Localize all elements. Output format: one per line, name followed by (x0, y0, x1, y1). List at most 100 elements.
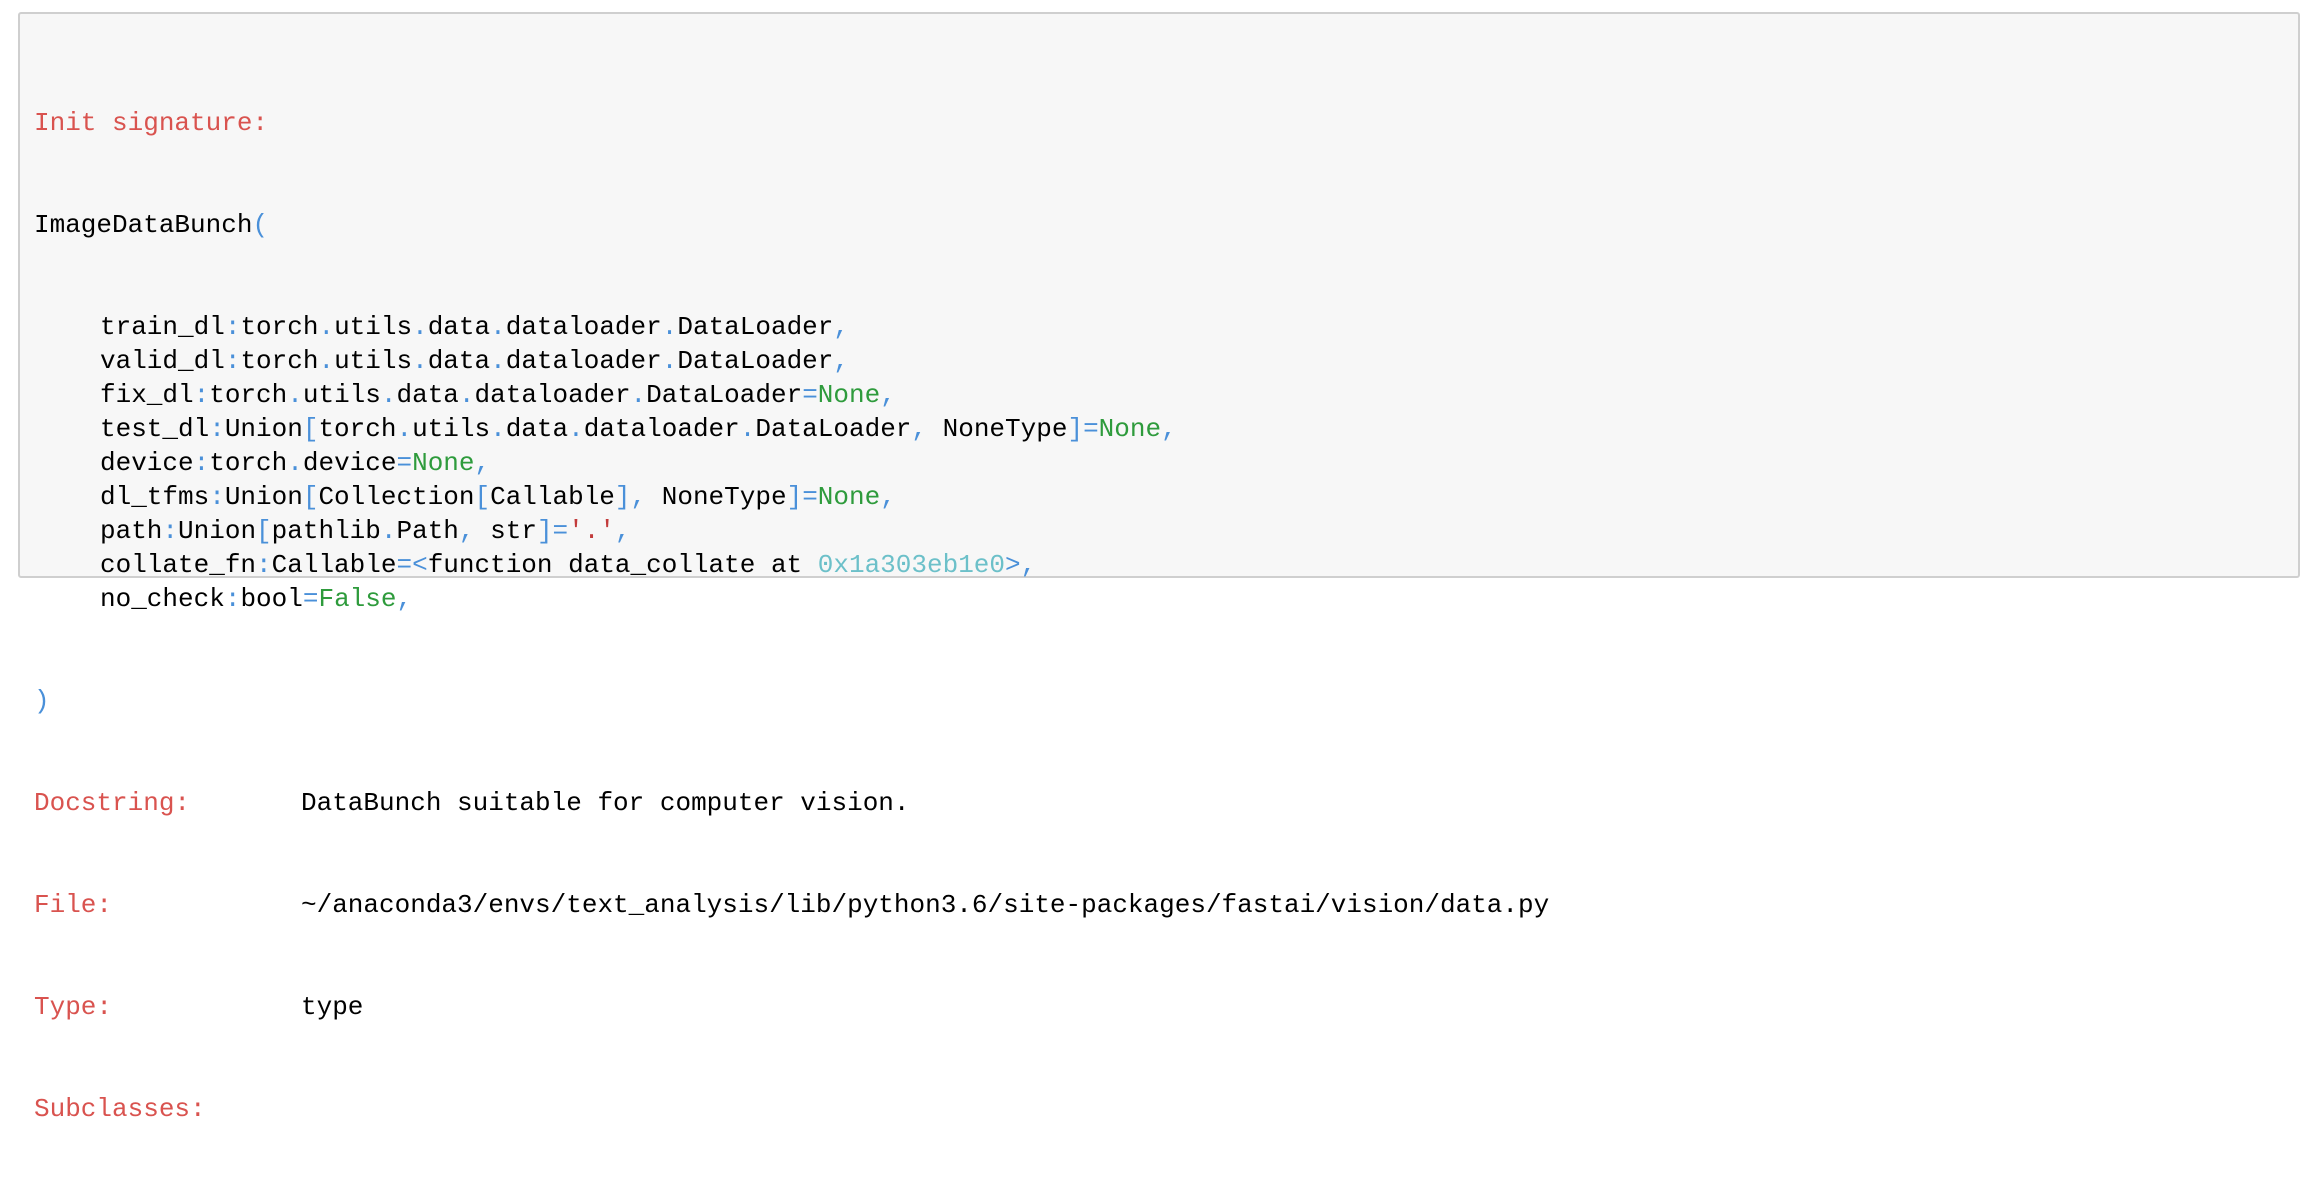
param-default-part: function data_collate at (427, 550, 818, 580)
param-type-part: . (396, 414, 413, 444)
param-type-part: bool (240, 584, 303, 614)
param-type-part: DataLoader (646, 380, 803, 410)
param-type-part: torch (240, 346, 319, 376)
parameter-line: test_dl:Union[torch.utils.data.dataloade… (34, 412, 1549, 446)
param-default: '.' (568, 516, 615, 546)
param-type-part: torch (209, 380, 288, 410)
param-type-part: . (739, 414, 756, 444)
param-name: dl_tfms (100, 482, 210, 512)
equals: = (396, 448, 413, 478)
param-type-part: [ (302, 414, 319, 444)
param-default-part: < (412, 550, 428, 580)
param-type-part: . (490, 346, 506, 376)
param-type-part: dataloader (474, 380, 631, 410)
param-type-part: [ (302, 482, 319, 512)
param-type-part: utils (302, 380, 381, 410)
param-type-part: NoneType (661, 482, 787, 512)
param-type-part: DataLoader (677, 346, 834, 376)
class-name: ImageDataBunch (34, 210, 253, 240)
param-name: valid_dl (100, 346, 225, 376)
param-type-part: Union (178, 516, 257, 546)
inspector-pager: Init signature: ImageDataBunch( train_dl… (18, 12, 2300, 1124)
docstring-row: Docstring: DataBunch suitable for compute… (34, 786, 1549, 820)
param-default: None (817, 482, 881, 512)
param-type-part: utils (412, 414, 491, 444)
param-type-part: . (412, 312, 428, 342)
colon: : (224, 584, 241, 614)
param-type-part: device (302, 448, 397, 478)
param-type-part: data (427, 312, 491, 342)
equals: = (802, 482, 818, 512)
param-type-part: . (412, 346, 428, 376)
param-name: no_check (100, 584, 225, 614)
param-type-part: , (911, 414, 943, 444)
colon: : (209, 414, 225, 444)
param-type-part: ] (786, 482, 803, 512)
param-type-part: . (661, 312, 678, 342)
param-type-part: [ (474, 482, 491, 512)
param-type-part: . (380, 380, 397, 410)
param-type-part: . (458, 380, 475, 410)
param-name: fix_dl (100, 380, 194, 410)
param-type-part: str (490, 516, 537, 546)
file-label: File: (34, 890, 113, 920)
param-name: train_dl (100, 312, 225, 342)
param-type-part: dataloader (583, 414, 740, 444)
param-type-part: Path (396, 516, 459, 546)
parameter-line: dl_tfms:Union[Collection[Callable], None… (34, 480, 1549, 514)
param-type-part: NoneType (942, 414, 1068, 444)
param-name: device (100, 448, 194, 478)
param-type-part: . (490, 414, 506, 444)
comma: , (1020, 550, 1037, 580)
param-default: None (412, 448, 475, 478)
param-type-part: . (490, 312, 506, 342)
param-default-part: 0x1a303eb1e0 (817, 550, 1005, 580)
param-type-part: ] (1067, 414, 1084, 444)
equals: = (1083, 414, 1099, 444)
param-name: collate_fn (100, 550, 257, 580)
param-type-part: Union (224, 414, 303, 444)
param-type-part: data (505, 414, 569, 444)
colon: : (193, 448, 210, 478)
colon: : (193, 380, 210, 410)
param-type-part: data (396, 380, 459, 410)
colon: : (224, 312, 241, 342)
comma: , (833, 346, 849, 376)
parameter-line: collate_fn:Callable=<function data_colla… (34, 548, 1549, 582)
parameter-line: device:torch.device=None, (34, 446, 1549, 480)
param-type-part: utils (334, 346, 413, 376)
type-value: type (301, 992, 364, 1022)
param-type-part: utils (334, 312, 413, 342)
param-type-part: , (458, 516, 491, 546)
param-type-part: . (630, 380, 647, 410)
parameter-line: train_dl:torch.utils.data.dataloader.Dat… (34, 310, 1549, 344)
parameter-line: valid_dl:torch.utils.data.dataloader.Dat… (34, 344, 1549, 378)
param-type-part: Callable (490, 482, 615, 512)
colon: : (209, 482, 225, 512)
init-signature-label: Init signature: (34, 108, 269, 138)
docstring-value: DataBunch suitable for computer vision. (301, 788, 910, 818)
param-type-part: DataLoader (677, 312, 834, 342)
colon: : (256, 550, 272, 580)
param-type-part: . (318, 312, 335, 342)
comma: , (880, 482, 896, 512)
param-type-part: Collection (318, 482, 475, 512)
param-type-part: dataloader (505, 346, 662, 376)
param-type-part: Union (224, 482, 303, 512)
comma: , (1161, 414, 1177, 444)
param-type-part: torch (209, 448, 288, 478)
file-path: ~/anaconda3/envs/text_analysis/lib/pytho… (301, 890, 1550, 920)
param-name: path (100, 516, 163, 546)
param-type-part: . (568, 414, 584, 444)
equals: = (396, 550, 413, 580)
param-default: None (817, 380, 881, 410)
equals: = (302, 584, 319, 614)
comma: , (880, 380, 896, 410)
param-type-part: pathlib (271, 516, 381, 546)
parameter-line: no_check:bool=False, (34, 582, 1549, 616)
param-type-part: . (380, 516, 397, 546)
comma: , (614, 516, 631, 546)
param-type-part: . (287, 448, 303, 478)
param-type-part: Callable (271, 550, 397, 580)
param-type-part: data (427, 346, 491, 376)
